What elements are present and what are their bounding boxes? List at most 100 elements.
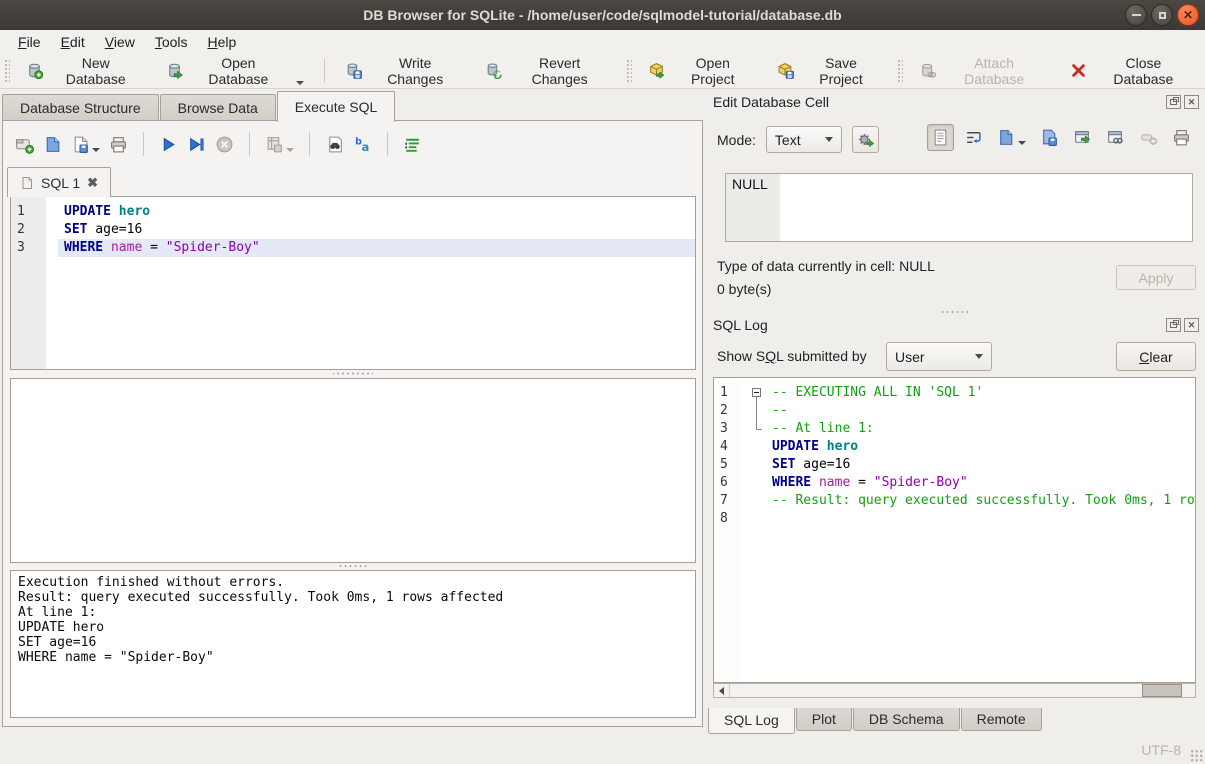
window-controls: ✕ [1125, 4, 1199, 26]
write-changes-button[interactable]: Write Changes [333, 50, 473, 92]
dock-close-icon: ✕ [1188, 98, 1196, 107]
attach-database-button[interactable]: Attach Database [907, 50, 1058, 92]
sql1-tab[interactable]: SQL 1 ✖ [7, 167, 111, 197]
dock-tab-plot[interactable]: Plot [796, 708, 852, 731]
print-sql-button[interactable] [107, 133, 130, 156]
execution-log-pane[interactable]: Execution finished without errors. Resul… [10, 570, 696, 718]
autocomplete-button[interactable]: b a [351, 133, 374, 156]
tab-browse-data[interactable]: Browse Data [160, 94, 276, 121]
sql-log-close-button[interactable]: ✕ [1184, 318, 1199, 332]
sql-editor[interactable]: 1UPDATE hero2SET age=163WHERE name = "Sp… [10, 196, 696, 370]
cell-value-editor[interactable]: NULL [725, 173, 1193, 242]
write-changes-label: Write Changes [369, 55, 461, 87]
sql-log-view[interactable]: 1-- EXECUTING ALL IN 'SQL 1'2--3-- At li… [713, 377, 1196, 683]
open-project-button[interactable]: Open Project [636, 50, 765, 92]
find-button[interactable] [323, 133, 346, 156]
dock-splitter[interactable] [940, 310, 970, 314]
menu-view[interactable]: View [95, 32, 145, 52]
code-line: 1UPDATE hero [11, 203, 695, 221]
auto-switch-mode-button[interactable] [852, 126, 879, 153]
new-sql-tab-button[interactable] [13, 133, 36, 156]
dock-tab-db-schema[interactable]: DB Schema [853, 708, 960, 731]
new-database-label: New Database [50, 55, 142, 87]
cell-mode-row: Mode: Text [717, 126, 879, 153]
sql-log-hscrollbar[interactable] [713, 683, 1196, 698]
scroll-left-arrow[interactable] [714, 684, 730, 697]
dock-tab-remote[interactable]: Remote [961, 708, 1042, 731]
set-null-icon [1139, 128, 1158, 147]
set-null-button[interactable] [1135, 124, 1162, 151]
mode-select[interactable]: Text [766, 126, 842, 153]
main-toolbar: New Database Open Database Write Changes [0, 53, 1205, 89]
svg-text:a: a [361, 139, 369, 153]
menu-help[interactable]: Help [198, 32, 247, 52]
new-database-button[interactable]: New Database [14, 50, 154, 92]
save-project-button[interactable]: Save Project [765, 50, 892, 92]
dock-tab-sql-log[interactable]: SQL Log [708, 708, 795, 734]
open-database-dropdown-caret[interactable] [296, 81, 304, 85]
menu-file[interactable]: File [8, 32, 51, 52]
float-icon [1170, 322, 1177, 328]
close-button[interactable]: ✕ [1177, 4, 1199, 26]
import-dropdown-caret[interactable] [1018, 141, 1026, 145]
tab-database-structure[interactable]: Database Structure [2, 94, 159, 121]
print-cell-button[interactable] [1168, 124, 1195, 151]
save-file-icon [71, 135, 90, 154]
save-project-icon [777, 62, 794, 79]
code-line: 7-- Result: query executed successfully.… [714, 492, 1195, 510]
resize-grip[interactable] [1190, 749, 1203, 762]
open-database-button[interactable]: Open Database [154, 50, 317, 92]
maximize-icon [1159, 12, 1166, 19]
code-line: 8 [714, 510, 1195, 528]
word-wrap-button[interactable] [960, 124, 987, 151]
editor-code: 1UPDATE hero2SET age=163WHERE name = "Sp… [11, 197, 695, 257]
text-mode-button[interactable] [927, 124, 954, 151]
export-cell-data-button[interactable] [1036, 124, 1063, 151]
clear-log-button[interactable]: Clear [1116, 342, 1196, 371]
sql1-tab-close-icon[interactable]: ✖ [87, 175, 98, 191]
revert-changes-button[interactable]: Revert Changes [473, 50, 622, 92]
minimize-button[interactable] [1125, 4, 1147, 26]
format-sql-button[interactable] [401, 133, 424, 156]
main-tabstrip: Database Structure Browse Data Execute S… [2, 90, 705, 121]
execute-sql-button[interactable] [157, 133, 180, 156]
import-cell-data-button[interactable] [993, 124, 1030, 151]
close-icon: ✕ [1183, 9, 1193, 21]
clear-button-label: Clear [1139, 349, 1172, 365]
save-file-dropdown-caret[interactable] [92, 148, 100, 152]
execute-icon [159, 135, 178, 154]
results-log-splitter[interactable] [338, 564, 368, 568]
edit-cell-float-button[interactable] [1166, 95, 1181, 109]
results-pane[interactable] [10, 378, 696, 563]
execute-sql-page: b a SQL 1 ✖ [2, 120, 703, 727]
edit-cell-close-button[interactable]: ✕ [1184, 95, 1199, 109]
save-results-button[interactable] [263, 133, 296, 156]
close-database-icon [1070, 62, 1087, 79]
toolbar-grip2[interactable] [626, 59, 632, 83]
stop-icon [215, 135, 234, 154]
open-in-external-app-button[interactable] [1069, 124, 1096, 151]
sql-log-filter-label: Show SQL submitted by [717, 348, 867, 364]
dock-close-icon: ✕ [1188, 321, 1196, 330]
save-sql-file-button[interactable] [69, 133, 102, 156]
scrollbar-thumb[interactable] [1142, 684, 1182, 697]
export-file-icon [1040, 128, 1059, 147]
save-results-dropdown-caret[interactable] [286, 148, 294, 152]
open-sql-file-button[interactable] [41, 133, 64, 156]
sql-log-float-button[interactable] [1166, 318, 1181, 332]
copy-link-button[interactable] [1102, 124, 1129, 151]
maximize-button[interactable] [1151, 4, 1173, 26]
code-line: 6WHERE name = "Spider-Boy" [714, 474, 1195, 492]
tab-execute-sql[interactable]: Execute SQL [277, 91, 396, 122]
editor-results-splitter[interactable] [333, 371, 373, 376]
menu-tools[interactable]: Tools [145, 32, 198, 52]
close-database-button[interactable]: Close Database [1058, 50, 1205, 92]
toolbar-grip3[interactable] [897, 59, 903, 83]
stop-execution-button[interactable] [213, 133, 236, 156]
scrollbar-track[interactable] [730, 684, 1195, 697]
execute-current-line-button[interactable] [185, 133, 208, 156]
toolbar-grip[interactable] [4, 59, 10, 83]
apply-button[interactable]: Apply [1116, 265, 1196, 290]
sql-log-filter-select[interactable]: User [886, 342, 992, 371]
menu-edit[interactable]: Edit [51, 32, 95, 52]
